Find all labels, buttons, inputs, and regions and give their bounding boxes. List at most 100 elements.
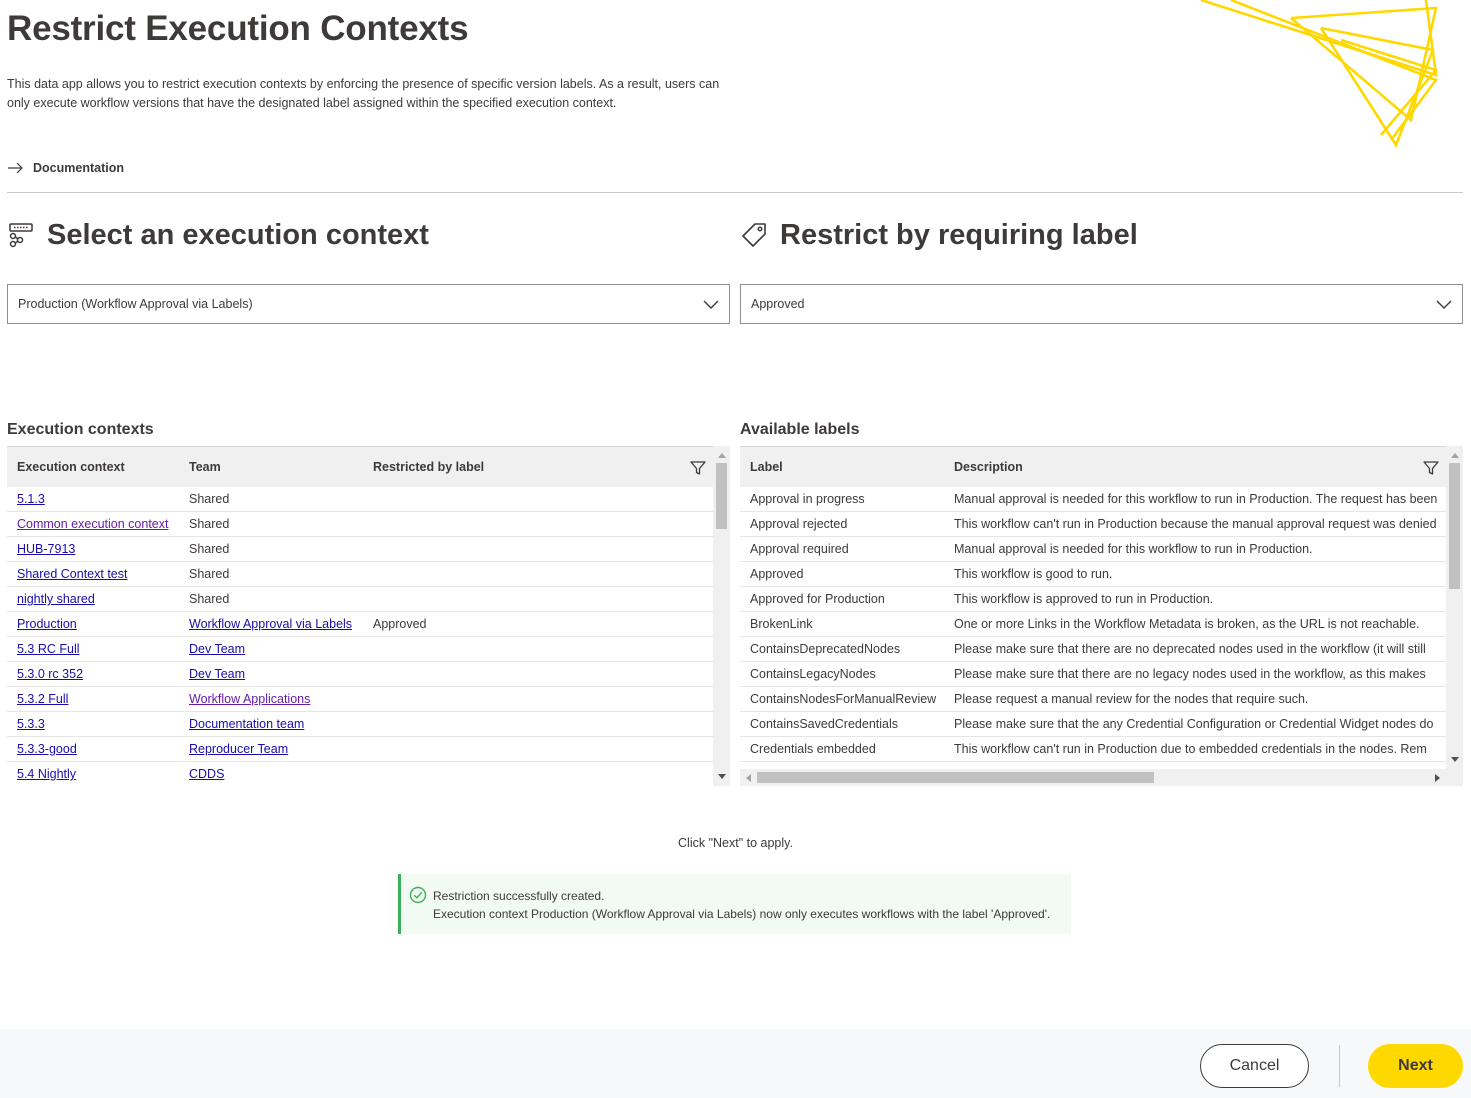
- scroll-up-arrow-icon[interactable]: [718, 453, 726, 458]
- column-header-label[interactable]: Label: [750, 447, 783, 488]
- table-row[interactable]: Common execution context Shared: [7, 512, 713, 537]
- scroll-up-arrow-icon[interactable]: [1451, 453, 1459, 458]
- table-row[interactable]: HUB-7913 Shared: [7, 537, 713, 562]
- table-row[interactable]: 5.3.0 rc 352 Dev Team: [7, 662, 713, 687]
- cell-team: Workflow Applications: [189, 687, 369, 712]
- label-select[interactable]: Approved: [740, 284, 1463, 324]
- execution-contexts-table-title: Execution contexts: [7, 421, 154, 438]
- cell-label: BrokenLink: [750, 617, 813, 631]
- table-row[interactable]: ContainsNodesForManualReview Please reque…: [740, 687, 1446, 712]
- vertical-scrollbar[interactable]: [1446, 446, 1463, 786]
- scroll-right-arrow-icon[interactable]: [1435, 774, 1440, 782]
- cell-restricted-by-label: [373, 637, 673, 662]
- team-link[interactable]: CDDS: [189, 767, 224, 781]
- execution-context-link[interactable]: Common execution context: [17, 517, 168, 531]
- execution-context-link[interactable]: 5.3.2 Full: [17, 692, 68, 706]
- table-row[interactable]: Production Workflow Approval via Labels Ap…: [7, 612, 713, 637]
- scroll-down-arrow-icon[interactable]: [718, 774, 726, 779]
- execution-context-link[interactable]: 5.1.3: [17, 492, 45, 506]
- table-row[interactable]: 5.3.3 Documentation team: [7, 712, 713, 737]
- cell-execution-context: 5.1.3: [17, 487, 187, 512]
- cell-description: Manual approval is needed for this workf…: [954, 492, 1438, 506]
- table-row[interactable]: Credentials embedded This workflow can't …: [740, 737, 1446, 762]
- team-link[interactable]: Dev Team: [189, 642, 245, 656]
- scroll-down-arrow-icon[interactable]: [1451, 757, 1459, 762]
- execution-context-select-value: Production (Workflow Approval via Labels…: [18, 297, 253, 311]
- column-header-team[interactable]: Team: [189, 447, 221, 488]
- cell-execution-context: 5.3 RC Full: [17, 637, 187, 662]
- team-link[interactable]: Reproducer Team: [189, 742, 288, 756]
- cell-label: ContainsLegacyNodes: [750, 667, 876, 681]
- execution-context-link[interactable]: 5.3 RC Full: [17, 642, 80, 656]
- next-button[interactable]: Next: [1368, 1044, 1463, 1088]
- apply-hint: Click "Next" to apply.: [678, 836, 793, 850]
- available-labels-table-title: Available labels: [740, 421, 860, 438]
- table-row[interactable]: Approved for Production This workflow is …: [740, 587, 1446, 612]
- execution-context-link[interactable]: 5.4 Nightly: [17, 767, 76, 781]
- team-link[interactable]: Dev Team: [189, 667, 245, 681]
- team-link[interactable]: Documentation team: [189, 717, 304, 731]
- table-row[interactable]: ContainsDeprecatedNodes Please make sure …: [740, 637, 1446, 662]
- cell-description: Please make sure that there are no depre…: [954, 642, 1426, 656]
- table-row[interactable]: 5.1.3 Shared: [7, 487, 713, 512]
- table-row[interactable]: Approval rejected This workflow can't run…: [740, 512, 1446, 537]
- cell-label: ContainsSavedCredentials: [750, 717, 899, 731]
- execution-context-link[interactable]: 5.3.3: [17, 717, 45, 731]
- cell-team: Shared: [189, 567, 230, 581]
- execution-context-link[interactable]: nightly shared: [17, 592, 95, 606]
- execution-context-link[interactable]: 5.3.0 rc 352: [17, 667, 83, 681]
- cell-execution-context: nightly shared: [17, 587, 187, 612]
- table-row[interactable]: Shared Context test Shared: [7, 562, 713, 587]
- filter-icon[interactable]: [1422, 459, 1440, 477]
- table-row[interactable]: Approval in progress Manual approval is n…: [740, 487, 1446, 512]
- cell-restricted-by-label: [373, 537, 673, 562]
- horizontal-scrollbar[interactable]: [740, 769, 1446, 786]
- scrollbar-thumb[interactable]: [757, 772, 1154, 783]
- cell-label: Approval rejected: [750, 517, 848, 531]
- cell-restricted-by-label: [373, 662, 673, 687]
- cell-team: Dev Team: [189, 662, 369, 687]
- cell-description: This workflow is approved to run in Prod…: [954, 592, 1214, 606]
- table-row[interactable]: ContainsLegacyNodes Please make sure that…: [740, 662, 1446, 687]
- cell-team: CDDS: [189, 762, 369, 786]
- execution-context-link[interactable]: Production: [17, 617, 77, 631]
- execution-context-select[interactable]: Production (Workflow Approval via Labels…: [7, 284, 730, 324]
- table-row[interactable]: 5.4 Nightly CDDS: [7, 762, 713, 786]
- table-row[interactable]: BrokenLink One or more Links in the Workf…: [740, 612, 1446, 637]
- cell-description: This workflow can't run in Production du…: [954, 742, 1427, 756]
- table-header: Execution context Team Restricted by lab…: [7, 446, 730, 487]
- table-row[interactable]: ContainsSavedCredentials Please make sure…: [740, 712, 1446, 737]
- cell-restricted-by-label: [373, 737, 673, 762]
- cell-execution-context: 5.3.2 Full: [17, 687, 187, 712]
- scroll-left-arrow-icon[interactable]: [746, 774, 751, 782]
- filter-icon[interactable]: [689, 459, 707, 477]
- execution-context-link[interactable]: Shared Context test: [17, 567, 127, 581]
- execution-context-link[interactable]: 5.3.3-good: [17, 742, 77, 756]
- table-row[interactable]: 5.3.3-good Reproducer Team: [7, 737, 713, 762]
- column-header-restricted-by-label[interactable]: Restricted by label: [373, 447, 484, 488]
- team-link[interactable]: Workflow Applications: [189, 692, 310, 706]
- cell-restricted-by-label: [373, 712, 673, 737]
- table-row[interactable]: nightly shared Shared: [7, 587, 713, 612]
- column-header-execution-context[interactable]: Execution context: [17, 447, 125, 488]
- cell-team: Shared: [189, 492, 230, 506]
- team-link[interactable]: Workflow Approval via Labels: [189, 617, 352, 631]
- table-row[interactable]: Approved This workflow is good to run.: [740, 562, 1446, 587]
- cell-team: Shared: [189, 542, 230, 556]
- table-row[interactable]: 5.3.2 Full Workflow Applications: [7, 687, 713, 712]
- label-title-text: Restrict by requiring label: [780, 218, 1138, 251]
- cell-description: Please make sure that the any Credential…: [954, 717, 1434, 731]
- cancel-button[interactable]: Cancel: [1200, 1044, 1309, 1088]
- scrollbar-thumb[interactable]: [716, 463, 727, 529]
- vertical-scrollbar[interactable]: [713, 446, 730, 786]
- documentation-link-label: Documentation: [33, 161, 124, 175]
- scrollbar-thumb[interactable]: [1449, 463, 1460, 589]
- column-header-description[interactable]: Description: [954, 447, 1023, 488]
- execution-context-link[interactable]: HUB-7913: [17, 542, 75, 556]
- documentation-link[interactable]: Documentation: [7, 158, 124, 178]
- table-row[interactable]: 5.3 RC Full Dev Team: [7, 637, 713, 662]
- cell-label: Credentials embedded: [750, 742, 876, 756]
- cell-execution-context: Shared Context test: [17, 562, 187, 587]
- table-row[interactable]: Approval required Manual approval is need…: [740, 537, 1446, 562]
- notification-message: Execution context Production (Workflow A…: [433, 907, 1051, 921]
